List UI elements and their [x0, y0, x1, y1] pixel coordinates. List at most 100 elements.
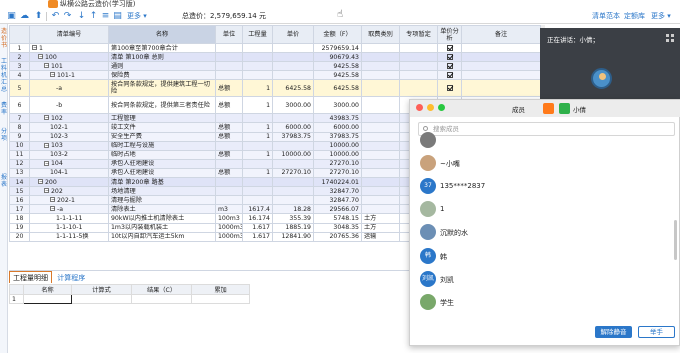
- amount-cell[interactable]: 29566.07: [313, 204, 362, 215]
- row-number[interactable]: 5: [9, 79, 30, 98]
- checkbox-icon[interactable]: [446, 62, 453, 69]
- col-header-analysis[interactable]: 单价分析: [437, 25, 462, 44]
- fee-type-cell[interactable]: 土方: [361, 213, 400, 224]
- collapse-toggle-icon[interactable]: −: [50, 206, 55, 212]
- bill-code-cell[interactable]: − -a: [29, 204, 109, 215]
- unit-cell[interactable]: [215, 140, 243, 151]
- list-template-button[interactable]: 清单范本: [592, 11, 620, 22]
- collapse-toggle-icon[interactable]: −: [50, 197, 55, 203]
- collapse-toggle-icon[interactable]: −: [44, 160, 49, 166]
- bill-code-cell[interactable]: −104: [29, 158, 109, 169]
- quantity-cell[interactable]: 1: [242, 122, 273, 133]
- member-item[interactable]: 刘凯 刘凯: [420, 271, 670, 287]
- row-number[interactable]: 3: [9, 61, 30, 72]
- quantity-cell[interactable]: [242, 70, 273, 81]
- collapse-toggle-icon[interactable]: −: [44, 115, 49, 121]
- member-item[interactable]: 韩韩: [420, 248, 670, 264]
- amount-cell[interactable]: 3048.35: [313, 222, 362, 233]
- member-item[interactable]: 学生: [420, 294, 670, 310]
- special-cell[interactable]: [399, 61, 438, 72]
- collapse-toggle-icon[interactable]: −: [50, 72, 55, 78]
- bill-code-cell[interactable]: 102-1: [29, 122, 109, 133]
- collapse-toggle-icon[interactable]: −: [44, 188, 49, 194]
- fee-type-cell[interactable]: [361, 52, 400, 63]
- unit-cell[interactable]: [215, 195, 243, 206]
- unit-price-cell[interactable]: 6000.00: [272, 122, 314, 133]
- row-number[interactable]: 7: [9, 113, 30, 124]
- unit-cell[interactable]: [215, 186, 243, 197]
- align-icon[interactable]: ≡: [100, 11, 111, 22]
- analysis-cell[interactable]: [437, 70, 462, 81]
- row-number[interactable]: 10: [9, 140, 30, 151]
- bill-code-cell[interactable]: −101-1: [29, 70, 109, 81]
- detail-cell[interactable]: [191, 294, 250, 304]
- col-header-code[interactable]: 清单编号: [29, 25, 109, 44]
- unit-cell[interactable]: [215, 113, 243, 124]
- unit-price-cell[interactable]: 10000.00: [272, 149, 314, 160]
- bill-code-cell[interactable]: −100: [29, 52, 109, 63]
- fee-type-cell[interactable]: [361, 96, 400, 115]
- amount-cell[interactable]: 1740224.01: [313, 177, 362, 188]
- amount-cell[interactable]: 3000.00: [313, 96, 362, 115]
- amount-cell[interactable]: 43983.75: [313, 113, 362, 124]
- remark-cell[interactable]: [461, 52, 541, 63]
- quantity-cell[interactable]: [242, 158, 273, 169]
- amount-cell[interactable]: 20765.36: [313, 231, 362, 242]
- member-item[interactable]: 1: [420, 201, 670, 217]
- fee-type-cell[interactable]: [361, 61, 400, 72]
- detail-cell[interactable]: [71, 294, 132, 304]
- amount-cell[interactable]: 5748.15: [313, 213, 362, 224]
- row-number[interactable]: 12: [9, 158, 30, 169]
- side-tab-1[interactable]: 造价书: [0, 28, 8, 49]
- tab-quantity-detail[interactable]: 工程量明细: [9, 271, 52, 283]
- fee-type-cell[interactable]: [361, 186, 400, 197]
- save-icon[interactable]: ▣: [6, 11, 17, 22]
- amount-cell[interactable]: 6000.00: [313, 122, 362, 133]
- unit-cell[interactable]: m3: [215, 204, 243, 215]
- collapse-toggle-icon[interactable]: −: [44, 142, 49, 148]
- unit-price-cell[interactable]: [272, 177, 314, 188]
- collapse-toggle-icon[interactable]: −: [38, 54, 43, 60]
- amount-cell[interactable]: 2579659.14: [313, 42, 362, 54]
- bill-code-cell[interactable]: -a: [29, 79, 109, 98]
- quantity-cell[interactable]: 16.174: [242, 213, 273, 224]
- bill-code-cell[interactable]: −200: [29, 177, 109, 188]
- amount-cell[interactable]: 27270.10: [313, 158, 362, 169]
- amount-cell[interactable]: 10000.00: [313, 140, 362, 151]
- bill-name-cell[interactable]: 临时占地: [108, 149, 216, 160]
- fee-type-cell[interactable]: [361, 113, 400, 124]
- fee-type-cell[interactable]: [361, 195, 400, 206]
- row-number[interactable]: 9: [9, 131, 30, 142]
- fee-type-cell[interactable]: [361, 177, 400, 188]
- unit-price-cell[interactable]: 37983.75: [272, 131, 314, 142]
- col-header-qty[interactable]: 工程量: [242, 25, 273, 44]
- quantity-cell[interactable]: 1: [242, 79, 273, 98]
- close-window-icon[interactable]: [416, 104, 423, 111]
- row-number[interactable]: 20: [9, 231, 30, 242]
- bill-code-cell[interactable]: 104-1: [29, 167, 109, 179]
- col-header-price[interactable]: 单价: [272, 25, 314, 44]
- fee-type-cell[interactable]: 土方: [361, 222, 400, 233]
- unit-cell[interactable]: 总额: [215, 149, 243, 160]
- row-number[interactable]: 8: [9, 122, 30, 133]
- col-header-amount[interactable]: 金额（F）: [313, 25, 362, 44]
- quantity-cell[interactable]: 1.617: [242, 231, 273, 242]
- row-number[interactable]: 14: [9, 177, 30, 188]
- unit-price-cell[interactable]: 1885.19: [272, 222, 314, 233]
- fee-type-cell[interactable]: [361, 70, 400, 81]
- quantity-cell[interactable]: 1617.4: [242, 204, 273, 215]
- unit-price-cell[interactable]: 3000.00: [272, 96, 314, 115]
- bill-name-cell[interactable]: 工程管理: [108, 113, 216, 124]
- bill-name-cell[interactable]: 清单 第100章 总则: [108, 52, 216, 63]
- unit-price-cell[interactable]: [272, 158, 314, 169]
- unit-cell[interactable]: 总额: [215, 122, 243, 133]
- bill-code-cell[interactable]: -b: [29, 96, 109, 115]
- bill-code-cell[interactable]: −202-1: [29, 195, 109, 206]
- side-tab-3[interactable]: 费率: [0, 102, 8, 116]
- quantity-cell[interactable]: [242, 52, 273, 63]
- fee-type-cell[interactable]: [361, 122, 400, 133]
- quantity-cell[interactable]: [242, 195, 273, 206]
- bill-name-cell[interactable]: 按合同条款规定，提供第三者责任险: [108, 96, 216, 115]
- arrow-up-icon[interactable]: ⬆: [33, 11, 44, 22]
- unit-cell[interactable]: 总额: [215, 167, 243, 179]
